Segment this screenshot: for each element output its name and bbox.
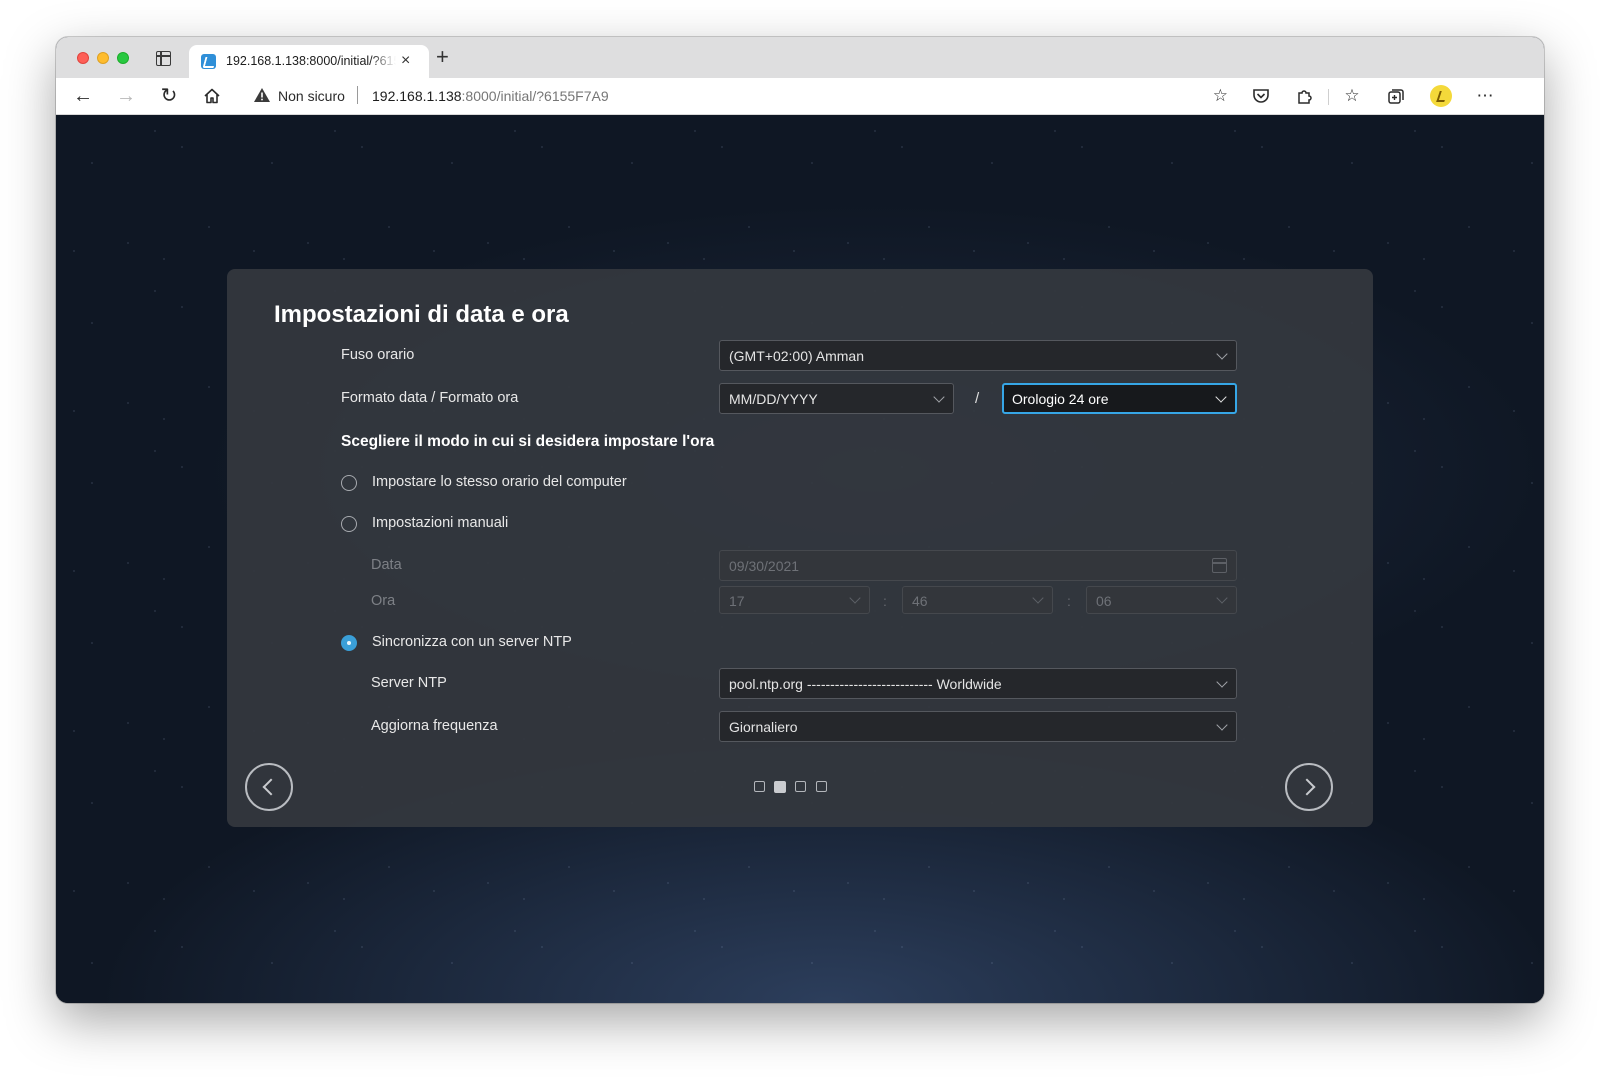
radio-ntp[interactable] xyxy=(341,635,357,651)
browser-tab[interactable]: 192.168.1.138:8000/initial/?6155F7A9 × xyxy=(189,45,429,78)
chevron-down-icon xyxy=(933,391,945,403)
close-window-button[interactable] xyxy=(77,52,89,64)
date-label: Data xyxy=(371,557,402,573)
collections-icon[interactable] xyxy=(1385,85,1407,107)
address-bar[interactable]: Non sicuro 192.168.1.138:8000/initial/?6… xyxy=(242,81,1238,111)
chevron-down-icon xyxy=(1216,676,1228,688)
new-tab-button[interactable]: + xyxy=(436,46,449,68)
format-separator: / xyxy=(975,390,980,407)
favicon-icon xyxy=(201,54,216,69)
chevron-down-icon xyxy=(1216,719,1228,731)
format-label: Formato data / Formato ora xyxy=(341,390,519,406)
calendar-icon xyxy=(1212,558,1227,573)
chevron-right-icon xyxy=(1298,778,1316,796)
previous-step-button[interactable] xyxy=(245,763,293,811)
date-format-select[interactable]: MM/DD/YYYY xyxy=(719,383,954,414)
time-format-select[interactable]: Orologio 24 ore xyxy=(1002,383,1237,414)
minimize-window-button[interactable] xyxy=(97,52,109,64)
not-secure-label[interactable]: Non sicuro xyxy=(278,88,345,104)
tab-title: 192.168.1.138:8000/initial/?6155F7A9 xyxy=(226,54,396,68)
radio-manual[interactable] xyxy=(341,516,357,532)
profile-icon[interactable] xyxy=(1430,85,1452,107)
tab-strip: 192.168.1.138:8000/initial/?6155F7A9 × + xyxy=(56,37,1544,78)
second-value: 06 xyxy=(1096,593,1112,609)
timezone-select[interactable]: (GMT+02:00) Amman xyxy=(719,340,1237,371)
tab-actions-icon[interactable] xyxy=(156,51,171,66)
forward-arrow-icon[interactable]: → xyxy=(114,84,138,108)
url-host: 192.168.1.138 xyxy=(372,88,462,104)
ntp-server-value: pool.ntp.org ---------------------------… xyxy=(729,676,1002,692)
tab-close-icon[interactable]: × xyxy=(401,52,410,70)
warning-icon xyxy=(254,88,270,102)
date-format-value: MM/DD/YYYY xyxy=(729,391,818,407)
step-dot-2[interactable] xyxy=(774,780,786,793)
radio-same-as-computer[interactable] xyxy=(341,475,357,491)
update-frequency-label: Aggiorna frequenza xyxy=(371,718,498,734)
page-title: Impostazioni di data e ora xyxy=(274,301,569,328)
update-frequency-value: Giornaliero xyxy=(729,719,798,735)
radio-manual-label[interactable]: Impostazioni manuali xyxy=(372,515,508,531)
favorite-add-icon[interactable]: ☆ xyxy=(1213,86,1228,106)
page-content: Impostazioni di data e ora Fuso orario (… xyxy=(56,115,1544,1003)
step-dot-3[interactable] xyxy=(795,781,806,792)
update-frequency-select[interactable]: Giornaliero xyxy=(719,711,1237,742)
reload-icon[interactable]: ↻ xyxy=(157,84,181,108)
address-separator xyxy=(357,86,358,104)
ntp-server-select[interactable]: pool.ntp.org ---------------------------… xyxy=(719,668,1237,699)
time-colon: : xyxy=(1067,593,1071,609)
date-input[interactable]: 09/30/2021 xyxy=(719,550,1237,581)
radio-ntp-label[interactable]: Sincronizza con un server NTP xyxy=(372,634,572,650)
chevron-down-icon xyxy=(849,592,861,604)
hour-value: 17 xyxy=(729,593,745,609)
browser-window: 192.168.1.138:8000/initial/?6155F7A9 × +… xyxy=(56,37,1544,1003)
timezone-value: (GMT+02:00) Amman xyxy=(729,348,864,364)
chevron-left-icon xyxy=(262,778,280,796)
toolbar-divider xyxy=(1328,89,1329,105)
back-arrow-icon[interactable]: ← xyxy=(71,84,95,108)
chevron-down-icon xyxy=(1216,348,1228,360)
chevron-down-icon xyxy=(1216,592,1228,604)
more-icon[interactable]: ⋯ xyxy=(1474,85,1496,107)
browser-toolbar: ← → ↻ Non sicuro 192.168.1.138:8000/init… xyxy=(56,78,1544,115)
time-colon: : xyxy=(883,593,887,609)
section-title: Scegliere il modo in cui si desidera imp… xyxy=(341,433,715,450)
favorites-icon[interactable]: ☆ xyxy=(1341,85,1363,107)
hour-select[interactable]: 17 xyxy=(719,586,870,614)
date-value: 09/30/2021 xyxy=(729,558,800,574)
radio-same-as-computer-label[interactable]: Impostare lo stesso orario del computer xyxy=(372,474,627,490)
chevron-down-icon xyxy=(1032,592,1044,604)
maximize-window-button[interactable] xyxy=(117,52,129,64)
settings-panel: Impostazioni di data e ora Fuso orario (… xyxy=(227,269,1373,827)
ntp-server-label: Server NTP xyxy=(371,675,447,691)
minute-select[interactable]: 46 xyxy=(902,586,1053,614)
next-step-button[interactable] xyxy=(1285,763,1333,811)
timezone-label: Fuso orario xyxy=(341,347,415,363)
minute-value: 46 xyxy=(912,593,928,609)
url-text[interactable]: 192.168.1.138:8000/initial/?6155F7A9 xyxy=(372,88,609,104)
second-select[interactable]: 06 xyxy=(1086,586,1237,614)
time-label: Ora xyxy=(371,593,396,609)
chevron-down-icon xyxy=(1215,391,1227,403)
extensions-icon[interactable] xyxy=(1294,85,1316,107)
home-icon[interactable] xyxy=(200,84,224,111)
step-dot-1[interactable] xyxy=(754,781,765,792)
time-format-value: Orologio 24 ore xyxy=(1012,391,1109,407)
url-path: :8000/initial/?6155F7A9 xyxy=(461,88,609,104)
step-dot-4[interactable] xyxy=(816,781,827,792)
pocket-icon[interactable] xyxy=(1250,85,1272,107)
